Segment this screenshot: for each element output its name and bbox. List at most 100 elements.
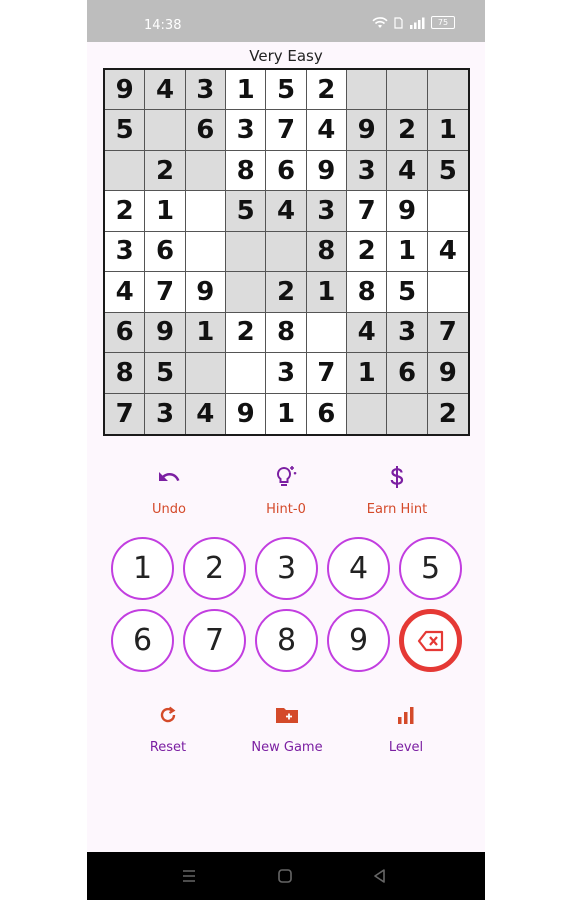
new-game-button[interactable]: New Game bbox=[222, 700, 352, 755]
grid-cell[interactable]: 4 bbox=[427, 232, 468, 273]
grid-cell[interactable]: 5 bbox=[266, 70, 307, 111]
grid-cell[interactable]: 9 bbox=[387, 191, 428, 232]
grid-cell[interactable]: 6 bbox=[387, 353, 428, 394]
grid-cell[interactable] bbox=[427, 272, 468, 313]
home-icon[interactable] bbox=[275, 866, 295, 886]
grid-cell[interactable]: 9 bbox=[427, 353, 468, 394]
grid-cell[interactable]: 4 bbox=[387, 150, 428, 192]
back-icon[interactable] bbox=[370, 866, 390, 886]
grid-cell[interactable]: 1 bbox=[225, 70, 267, 111]
grid-cell[interactable]: 1 bbox=[427, 110, 468, 151]
keypad-9-button[interactable]: 9 bbox=[327, 609, 390, 672]
grid-cell[interactable]: 5 bbox=[145, 353, 186, 394]
grid-cell[interactable]: 9 bbox=[306, 150, 347, 192]
keypad-6-button[interactable]: 6 bbox=[111, 609, 174, 672]
grid-cell[interactable]: 4 bbox=[266, 191, 307, 232]
grid-cell[interactable]: 7 bbox=[105, 393, 146, 434]
grid-cell[interactable] bbox=[346, 393, 388, 434]
grid-cell[interactable]: 6 bbox=[266, 150, 307, 192]
grid-cell[interactable]: 5 bbox=[105, 110, 146, 151]
grid-cell[interactable]: 3 bbox=[145, 393, 186, 434]
grid-cell[interactable]: 2 bbox=[266, 272, 307, 313]
grid-cell[interactable]: 4 bbox=[105, 272, 146, 313]
grid-cell[interactable]: 3 bbox=[266, 353, 307, 394]
grid-cell[interactable]: 9 bbox=[145, 312, 186, 354]
grid-cell[interactable]: 7 bbox=[306, 353, 347, 394]
grid-cell[interactable] bbox=[105, 150, 146, 192]
grid-cell[interactable]: 3 bbox=[225, 110, 267, 151]
grid-cell[interactable] bbox=[427, 70, 468, 111]
grid-cell[interactable]: 6 bbox=[105, 312, 146, 354]
grid-cell[interactable] bbox=[266, 231, 307, 273]
grid-cell[interactable] bbox=[225, 272, 267, 313]
menu-icon[interactable] bbox=[179, 866, 199, 886]
grid-cell[interactable]: 9 bbox=[185, 272, 226, 313]
grid-cell[interactable] bbox=[185, 353, 226, 394]
level-button[interactable]: Level bbox=[341, 700, 471, 755]
grid-cell[interactable]: 3 bbox=[306, 191, 347, 232]
grid-cell[interactable]: 8 bbox=[266, 312, 307, 354]
grid-cell[interactable]: 2 bbox=[306, 70, 347, 111]
grid-cell[interactable] bbox=[387, 393, 428, 434]
grid-cell[interactable]: 9 bbox=[226, 393, 267, 434]
grid-cell[interactable]: 5 bbox=[225, 191, 267, 232]
grid-cell[interactable]: 1 bbox=[346, 353, 388, 394]
grid-cell[interactable]: 1 bbox=[387, 231, 428, 273]
grid-cell[interactable]: 6 bbox=[185, 110, 226, 151]
undo-button[interactable]: Undo bbox=[104, 462, 234, 517]
grid-cell[interactable] bbox=[225, 353, 267, 394]
grid-cell[interactable] bbox=[185, 231, 226, 273]
grid-cell[interactable]: 5 bbox=[427, 150, 468, 192]
grid-cell[interactable]: 9 bbox=[105, 70, 146, 111]
grid-cell[interactable]: 5 bbox=[387, 272, 428, 313]
grid-cell[interactable]: 7 bbox=[346, 191, 388, 232]
keypad-2-button[interactable]: 2 bbox=[183, 537, 246, 600]
grid-cell[interactable]: 8 bbox=[105, 353, 146, 394]
grid-cell[interactable]: 3 bbox=[105, 231, 146, 273]
grid-cell[interactable]: 8 bbox=[225, 150, 267, 192]
grid-cell[interactable]: 3 bbox=[185, 70, 226, 111]
keypad-3-button[interactable]: 3 bbox=[255, 537, 318, 600]
grid-cell[interactable]: 8 bbox=[306, 231, 347, 273]
grid-cell[interactable]: 1 bbox=[306, 272, 347, 313]
grid-cell[interactable]: 4 bbox=[185, 393, 226, 434]
grid-cell[interactable] bbox=[427, 191, 468, 232]
grid-cell[interactable] bbox=[346, 70, 388, 111]
grid-cell[interactable]: 4 bbox=[306, 110, 347, 151]
grid-cell[interactable] bbox=[185, 150, 226, 192]
grid-cell[interactable]: 2 bbox=[387, 110, 428, 151]
grid-cell[interactable]: 2 bbox=[346, 231, 388, 273]
keypad-5-button[interactable]: 5 bbox=[399, 537, 462, 600]
grid-cell[interactable]: 2 bbox=[105, 191, 146, 232]
grid-cell[interactable]: 6 bbox=[307, 393, 347, 434]
grid-cell[interactable]: 3 bbox=[346, 150, 388, 192]
grid-cell[interactable]: 4 bbox=[145, 70, 186, 111]
grid-cell[interactable]: 7 bbox=[266, 110, 307, 151]
grid-cell[interactable]: 4 bbox=[346, 312, 388, 354]
grid-cell[interactable]: 1 bbox=[185, 312, 226, 354]
grid-cell[interactable]: 9 bbox=[346, 110, 388, 151]
grid-cell[interactable]: 1 bbox=[145, 191, 186, 232]
grid-cell[interactable] bbox=[145, 110, 186, 151]
keypad-1-button[interactable]: 1 bbox=[111, 537, 174, 600]
keypad-7-button[interactable]: 7 bbox=[183, 609, 246, 672]
grid-cell[interactable]: 3 bbox=[387, 312, 428, 354]
grid-cell[interactable]: 2 bbox=[225, 312, 267, 354]
grid-cell[interactable] bbox=[387, 70, 428, 111]
erase-button[interactable] bbox=[399, 609, 462, 672]
grid-cell[interactable]: 6 bbox=[145, 231, 186, 273]
battery-icon: 75 bbox=[431, 16, 455, 29]
reset-button[interactable]: Reset bbox=[103, 700, 233, 755]
grid-cell[interactable]: 1 bbox=[266, 393, 307, 434]
keypad-4-button[interactable]: 4 bbox=[327, 537, 390, 600]
grid-cell[interactable] bbox=[306, 312, 347, 354]
grid-cell[interactable]: 2 bbox=[427, 393, 468, 434]
grid-cell[interactable]: 2 bbox=[145, 150, 186, 192]
grid-cell[interactable] bbox=[225, 231, 267, 273]
grid-cell[interactable]: 8 bbox=[346, 272, 388, 313]
grid-cell[interactable] bbox=[185, 191, 226, 232]
keypad-8-button[interactable]: 8 bbox=[255, 609, 318, 672]
earn-hint-button[interactable]: Earn Hint bbox=[332, 462, 462, 517]
grid-cell[interactable]: 7 bbox=[145, 272, 186, 313]
grid-cell[interactable]: 7 bbox=[427, 312, 468, 354]
